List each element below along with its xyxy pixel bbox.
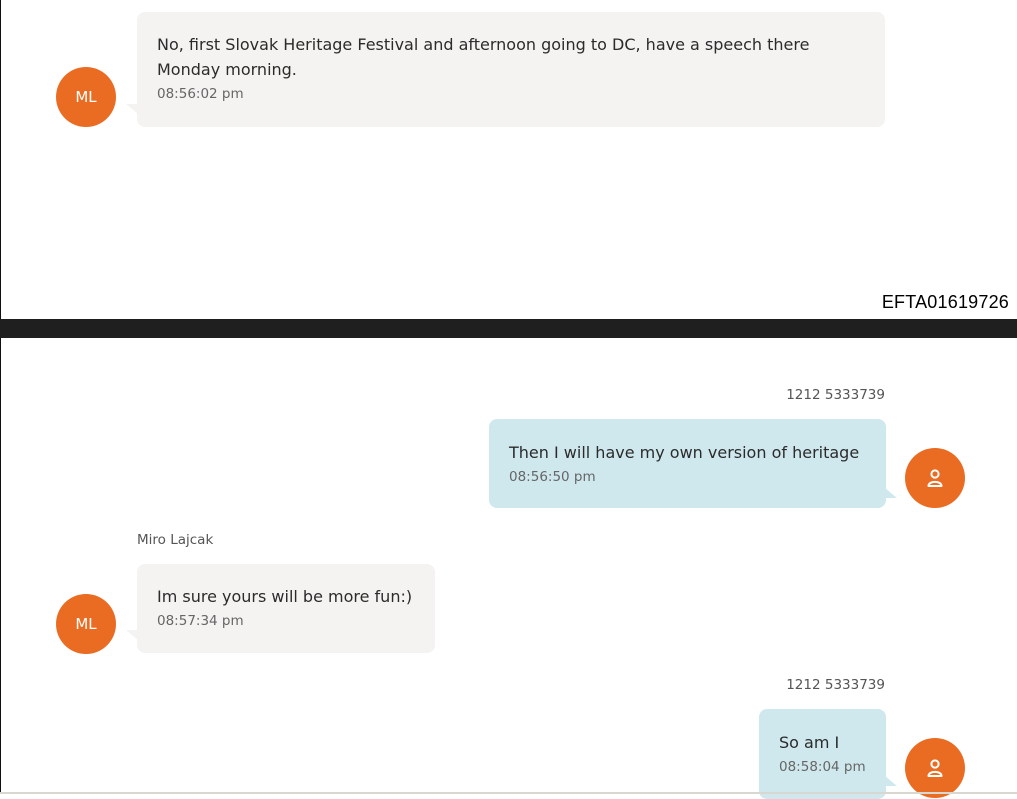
person-icon xyxy=(927,759,943,777)
message-bubble-outgoing[interactable]: Then I will have my own version of herit… xyxy=(489,419,886,508)
sender-name: Miro Lajcak xyxy=(137,532,214,548)
sender-number: 1212 5333739 xyxy=(786,677,885,693)
sender-number: 1212 5333739 xyxy=(786,387,885,403)
bubble-tail xyxy=(885,776,897,786)
message-bubble-incoming[interactable]: No, first Slovak Heritage Festival and a… xyxy=(137,12,885,127)
message-text: Then I will have my own version of herit… xyxy=(509,443,860,462)
message-bubble-outgoing[interactable]: So am I 08:58:04 pm xyxy=(759,709,886,799)
page-top: ML No, first Slovak Heritage Festival an… xyxy=(0,0,1017,319)
message-text: Monday morning. xyxy=(157,60,297,79)
page-separator xyxy=(0,319,1017,338)
message-text: Im sure yours will be more fun:) xyxy=(157,587,413,606)
avatar xyxy=(905,448,965,508)
message-timestamp: 08:58:04 pm xyxy=(779,759,866,775)
avatar-initials: ML xyxy=(75,615,97,633)
message-timestamp: 08:56:50 pm xyxy=(509,469,596,485)
message-bubble-incoming[interactable]: Im sure yours will be more fun:) 08:57:3… xyxy=(137,564,435,653)
document-id: EFTA01619726 xyxy=(881,292,1009,312)
page-bottom: 1212 5333739 Then I will have my own ver… xyxy=(0,338,1017,799)
avatar: ML xyxy=(56,67,116,127)
avatar xyxy=(905,738,965,798)
avatar-initials: ML xyxy=(75,88,97,106)
message-text: No, first Slovak Heritage Festival and a… xyxy=(157,35,810,54)
message-text: So am I xyxy=(779,733,840,752)
bubble-tail xyxy=(885,488,897,498)
person-icon xyxy=(927,469,943,487)
message-timestamp: 08:57:34 pm xyxy=(157,613,244,629)
message-timestamp: 08:56:02 pm xyxy=(157,86,244,102)
avatar: ML xyxy=(56,594,116,654)
